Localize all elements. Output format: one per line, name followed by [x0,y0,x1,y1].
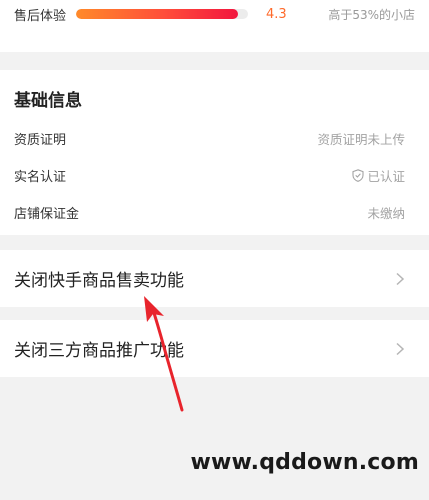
shield-check-icon [352,168,365,182]
section-title: 基础信息 [14,91,82,111]
info-value: 未缴纳 [367,205,405,221]
disable-kuaishou-sales-button[interactable]: 关闭快手商品售卖功能 [0,250,429,307]
action-label: 关闭快手商品售卖功能 [14,271,184,291]
info-value-verified: 已认证 [352,166,405,185]
info-row-qualification: 资质证明 资质证明未上传 [14,128,405,148]
info-row-real-name: 实名认证 已认证 [14,165,405,185]
rating-card: 售后体验 4.3 高于53%的小店 [0,0,429,52]
info-row-deposit: 店铺保证金 未缴纳 [14,202,405,222]
info-value: 资质证明未上传 [317,131,405,147]
action-label: 关闭三方商品推广功能 [14,341,184,361]
rating-score: 4.3 [266,6,287,22]
chevron-right-icon [396,342,405,355]
rating-comparison: 高于53%的小店 [328,7,415,22]
info-key: 店铺保证金 [14,206,80,222]
info-key: 资质证明 [14,132,67,148]
rating-progress-bar [76,9,248,19]
after-sales-rating-row: 售后体验 4.3 高于53%的小店 [14,2,415,26]
verified-text: 已认证 [367,168,405,184]
disable-third-party-promotion-button[interactable]: 关闭三方商品推广功能 [0,320,429,377]
rating-progress-fill [76,9,238,19]
info-key: 实名认证 [14,169,67,185]
rating-label: 售后体验 [14,8,67,24]
watermark: www.qddown.com [190,450,419,475]
chevron-right-icon [396,272,405,285]
basic-info-card: 基础信息 资质证明 资质证明未上传 实名认证 已认证 店铺保证金 未缴纳 [0,70,429,235]
